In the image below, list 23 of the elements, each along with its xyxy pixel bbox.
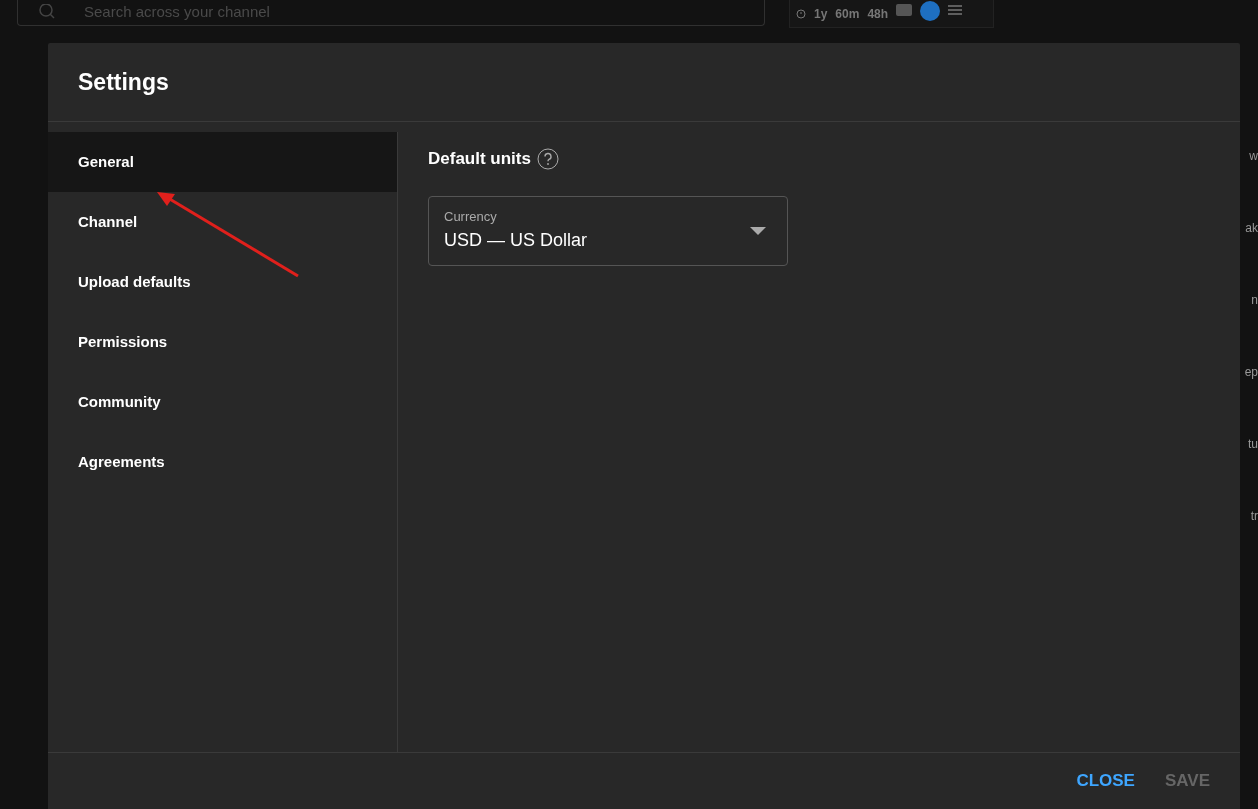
search-field[interactable]: Search across your channel bbox=[17, 0, 765, 26]
stat-label: 1y bbox=[814, 5, 828, 23]
stat-label: 48h bbox=[867, 5, 889, 23]
dialog-button[interactable]: CLOSE bbox=[1076, 768, 1135, 794]
caret-icon bbox=[750, 226, 766, 235]
avatar[interactable] bbox=[920, 0, 941, 21]
help-icon[interactable] bbox=[536, 147, 559, 170]
background-text: n bbox=[1251, 294, 1258, 306]
timer-icon bbox=[796, 8, 806, 19]
stat-label: 60m bbox=[835, 5, 860, 23]
background-text: tu bbox=[1248, 438, 1258, 450]
background-text: tr bbox=[1250, 510, 1258, 522]
field-label: Currency bbox=[444, 208, 498, 227]
search-input[interactable]: Search across your channel bbox=[84, 1, 744, 24]
section-title: Default units bbox=[428, 148, 531, 170]
background-text: ep bbox=[1244, 366, 1258, 378]
dialog-title: Settings bbox=[78, 67, 169, 97]
menu-icon[interactable] bbox=[948, 3, 963, 16]
background-text: w bbox=[1249, 150, 1258, 162]
field-value: USD — US Dollar bbox=[444, 228, 589, 252]
background-text: ak bbox=[1245, 222, 1258, 234]
sidebar-item[interactable]: General bbox=[48, 132, 397, 192]
currency-dropdown[interactable]: Currency USD — US Dollar bbox=[428, 195, 788, 266]
